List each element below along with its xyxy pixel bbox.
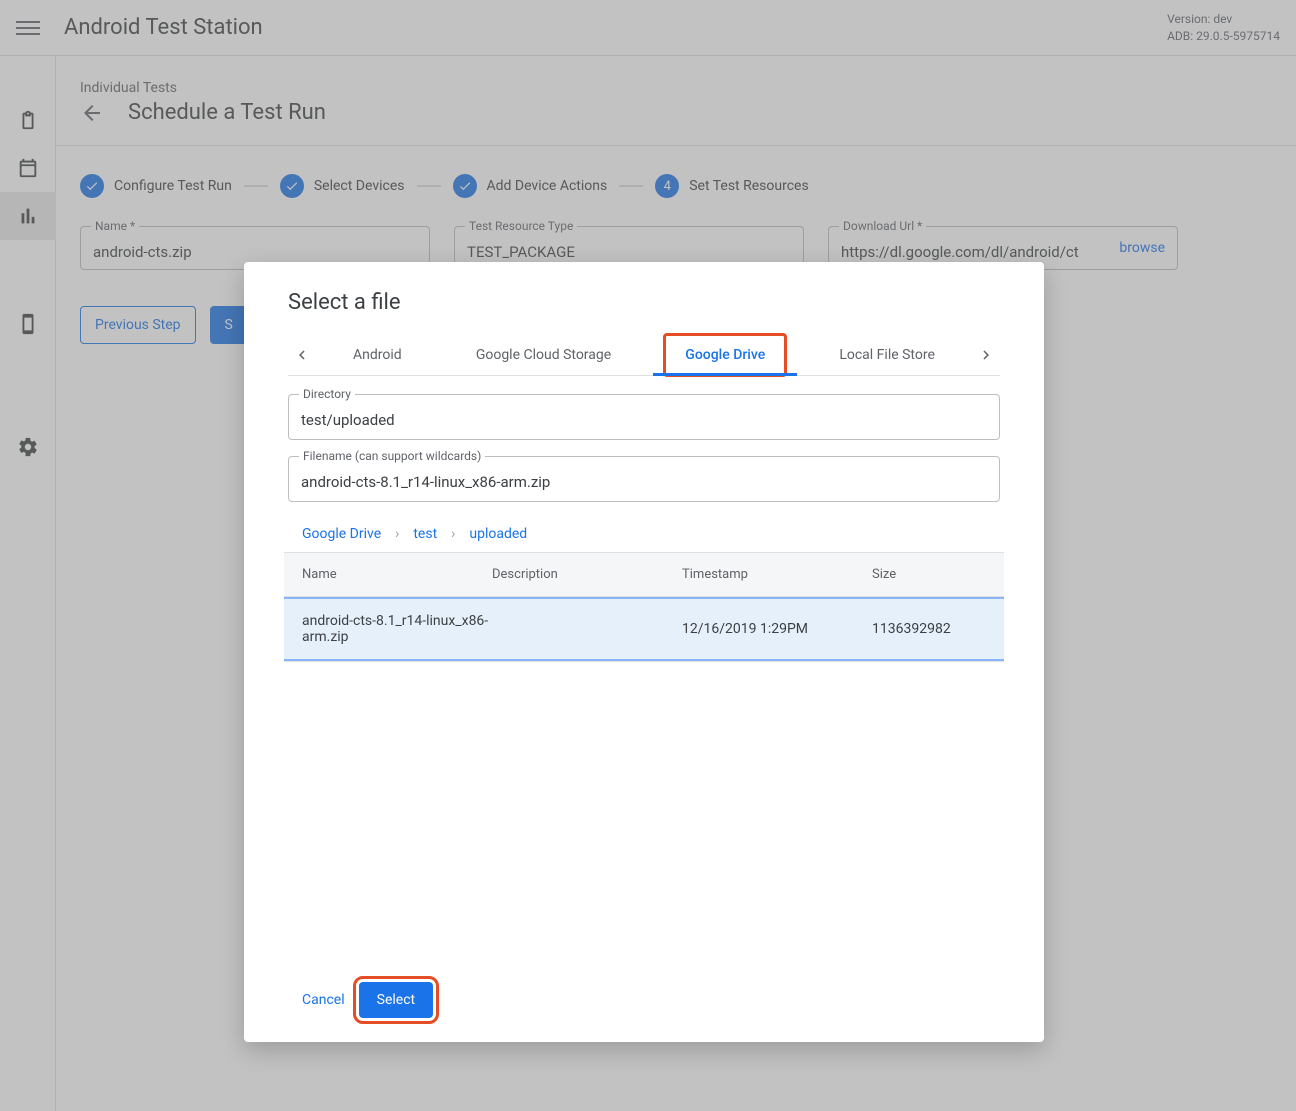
select-button[interactable]: Select — [359, 982, 433, 1018]
cell-size: 1136392982 — [872, 621, 1032, 637]
column-header-description: Description — [492, 567, 682, 582]
tab-google-drive[interactable]: Google Drive — [665, 335, 785, 375]
chevron-right-icon: › — [451, 526, 455, 542]
field-label: Filename (can support wildcards) — [299, 449, 485, 463]
dialog-title: Select a file — [288, 290, 1000, 315]
column-header-timestamp: Timestamp — [682, 567, 872, 582]
file-table: Name Description Timestamp Size android-… — [284, 552, 1004, 662]
chevron-left-icon — [293, 346, 311, 364]
cell-timestamp: 12/16/2019 1:29PM — [682, 621, 872, 637]
tabs-scroll-right[interactable] — [972, 335, 1000, 375]
field-value: android-cts-8.1_r14-linux_x86-arm.zip — [301, 473, 987, 491]
column-header-name: Name — [302, 567, 492, 582]
field-value: test/uploaded — [301, 411, 987, 429]
directory-field[interactable]: Directory test/uploaded — [288, 394, 1000, 440]
tabs-scroll-left[interactable] — [288, 335, 316, 375]
cancel-button[interactable]: Cancel — [302, 992, 345, 1008]
tab-android[interactable]: Android — [333, 335, 422, 375]
field-label: Directory — [299, 387, 355, 401]
breadcrumb-link[interactable]: uploaded — [469, 526, 527, 542]
breadcrumb-link[interactable]: Google Drive — [302, 526, 381, 542]
breadcrumb-link[interactable]: test — [413, 526, 437, 542]
file-breadcrumb: Google Drive › test › uploaded — [302, 526, 1000, 542]
column-header-size: Size — [872, 567, 1032, 582]
filename-field[interactable]: Filename (can support wildcards) android… — [288, 456, 1000, 502]
select-file-dialog: Select a file Android Google Cloud Stora… — [244, 262, 1044, 1042]
cell-name: android-cts-8.1_r14-linux_x86-arm.zip — [302, 613, 492, 645]
chevron-right-icon: › — [395, 526, 399, 542]
tab-gcs[interactable]: Google Cloud Storage — [456, 335, 631, 375]
chevron-right-icon — [977, 346, 995, 364]
table-row[interactable]: android-cts-8.1_r14-linux_x86-arm.zip 12… — [284, 597, 1004, 661]
tab-local-file-store[interactable]: Local File Store — [819, 335, 955, 375]
